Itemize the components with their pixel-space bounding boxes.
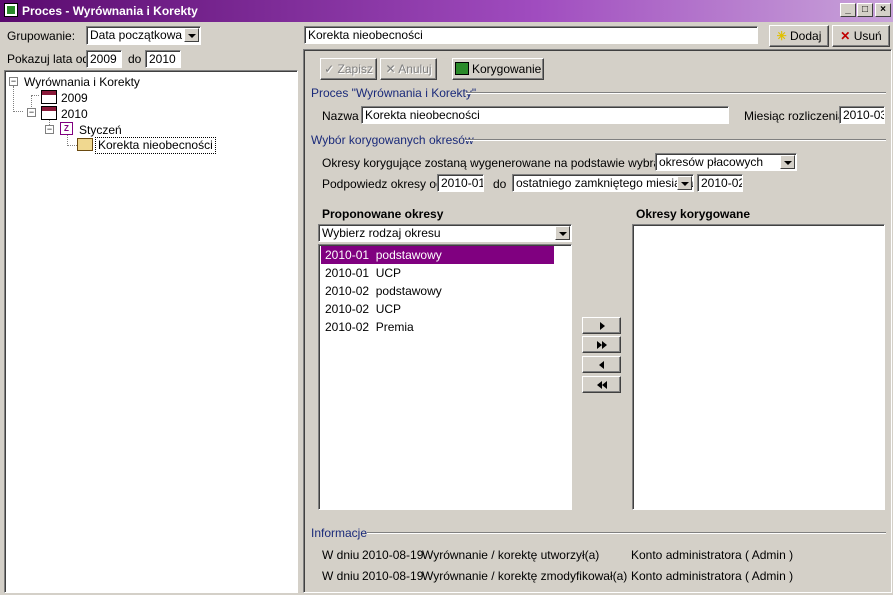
calculator-icon — [454, 62, 469, 75]
years-label: Pokazuj lata od — [7, 52, 90, 66]
check-icon: ✓ — [324, 62, 335, 76]
save-button[interactable]: ✓ Zapisz — [320, 58, 377, 80]
suggest-to-label: do — [493, 177, 507, 191]
save-label: Zapisz — [337, 62, 373, 76]
info-prefix: W dniu — [322, 548, 360, 562]
correct-label: Korygowanie — [471, 62, 542, 76]
correct-button[interactable]: Korygowanie — [452, 58, 544, 80]
divider — [465, 139, 886, 141]
move-all-left-button[interactable] — [582, 376, 621, 393]
suggest-from-input[interactable]: 2010-01 — [437, 174, 484, 192]
chevron-down-icon[interactable] — [184, 28, 199, 42]
list-item[interactable]: 2010-02 UCP — [321, 300, 401, 318]
title-bar: Proces - Wyrównania i Korekty _ □ × — [0, 0, 893, 22]
proposed-list[interactable]: 2010-01 podstawowy 2010-01 UCP 2010-02 p… — [318, 244, 572, 510]
move-left-button[interactable] — [582, 356, 621, 373]
proposed-header: Proponowane okresy — [322, 207, 444, 221]
add-label: Dodaj — [790, 29, 822, 43]
month-icon: Z — [60, 122, 73, 135]
tree-year-2009[interactable]: 2009 — [61, 91, 88, 105]
list-item[interactable]: 2010-02 podstawowy — [321, 282, 442, 300]
tree-month[interactable]: Styczeń — [79, 123, 122, 137]
chevron-down-icon[interactable] — [677, 176, 692, 190]
window-title: Proces - Wyrównania i Korekty — [22, 4, 198, 18]
info-user: Konto administratora ( Admin ) — [631, 569, 794, 583]
collapse-root-icon[interactable]: − — [9, 77, 18, 86]
app-icon — [4, 3, 18, 17]
star-icon: ✳ — [776, 29, 787, 43]
calendar-icon — [41, 106, 57, 120]
cancel-label: Anuluj — [398, 62, 432, 76]
list-item[interactable]: 2010-01 UCP — [321, 264, 401, 282]
suggest-label: Podpowiedz okresy od — [322, 177, 443, 191]
arrow-left-icon — [599, 361, 604, 369]
list-item[interactable]: 2010-01 podstawowy — [321, 246, 554, 264]
corrected-header: Okresy korygowane — [636, 207, 751, 221]
year-to-input[interactable]: 2010 — [145, 50, 181, 68]
cancel-x-icon: ✕ — [385, 62, 396, 76]
generated-combo[interactable]: okresów płacowych — [655, 153, 797, 171]
info-group-title: Informacje — [311, 526, 368, 540]
arrow-right-icon — [600, 322, 605, 330]
maximize-button[interactable]: □ — [857, 3, 873, 17]
add-button[interactable]: ✳ Dodaj — [769, 25, 829, 47]
period-type-combo[interactable]: Wybierz rodzaj okresu — [318, 224, 572, 242]
calendar-icon — [41, 90, 57, 104]
suggest-to-input[interactable]: 2010-02 — [697, 174, 743, 192]
name-label: Nazwa — [322, 109, 359, 123]
delete-x-icon: ✕ — [840, 29, 851, 43]
corrected-list[interactable] — [632, 224, 885, 510]
periods-group-title: Wybór korygowanych okresów — [311, 133, 474, 147]
divider — [466, 92, 886, 94]
delete-button[interactable]: ✕ Usuń — [832, 25, 890, 47]
info-date: 2010-08-19 — [362, 548, 424, 562]
info-action: Wyrównanie / korektę utworzył(a) — [422, 548, 600, 562]
collapse-2010-icon[interactable]: − — [27, 108, 36, 117]
info-user: Konto administratora ( Admin ) — [631, 548, 794, 562]
tree-view[interactable]: − Wyrównania i Korekty 2009 − 2010 − Z S… — [4, 70, 298, 593]
info-action: Wyrównanie / korektę zmodyfikował(a) — [422, 569, 628, 583]
divider — [367, 532, 886, 534]
grouping-value: Data początkowa — [90, 28, 183, 42]
list-item[interactable]: 2010-02 Premia — [321, 318, 414, 336]
chevron-down-icon[interactable] — [780, 155, 795, 169]
close-button[interactable]: × — [875, 3, 891, 17]
tree-root[interactable]: Wyrównania i Korekty — [24, 75, 140, 89]
minimize-button[interactable]: _ — [840, 3, 856, 17]
info-date: 2010-08-19 — [362, 569, 424, 583]
month-label: Miesiąc rozliczenia — [744, 109, 845, 123]
year-to-label: do — [128, 52, 142, 66]
move-all-right-button[interactable] — [582, 336, 621, 353]
generated-label: Okresy korygujące zostaną wygenerowane n… — [322, 156, 686, 170]
splitter[interactable] — [300, 22, 302, 595]
move-right-button[interactable] — [582, 317, 621, 334]
tree-item-selected[interactable]: Korekta nieobecności — [95, 137, 216, 154]
process-group-title: Proces "Wyrównania i Korekty" — [311, 86, 477, 100]
month-input[interactable]: 2010-03 — [839, 106, 885, 124]
delete-label: Usuń — [853, 29, 882, 43]
period-type-value: Wybierz rodzaj okresu — [322, 226, 441, 240]
suggest-to-combo[interactable]: ostatniego zamkniętego miesiąca — [512, 174, 694, 192]
book-icon — [77, 138, 93, 151]
cancel-button[interactable]: ✕ Anuluj — [380, 58, 437, 80]
grouping-label: Grupowanie: — [7, 29, 76, 43]
name-input[interactable]: Korekta nieobecności — [361, 106, 729, 124]
suggest-to-mode: ostatniego zamkniętego miesiąca — [516, 176, 694, 190]
tree-year-2010[interactable]: 2010 — [61, 107, 88, 121]
chevron-down-icon[interactable] — [555, 226, 570, 240]
grouping-combo[interactable]: Data początkowa — [86, 26, 201, 45]
info-prefix: W dniu — [322, 569, 360, 583]
collapse-month-icon[interactable]: − — [45, 125, 54, 134]
process-name-display[interactable]: Korekta nieobecności — [304, 26, 758, 44]
generated-value: okresów płacowych — [659, 155, 764, 169]
year-from-input[interactable]: 2009 — [86, 50, 122, 68]
